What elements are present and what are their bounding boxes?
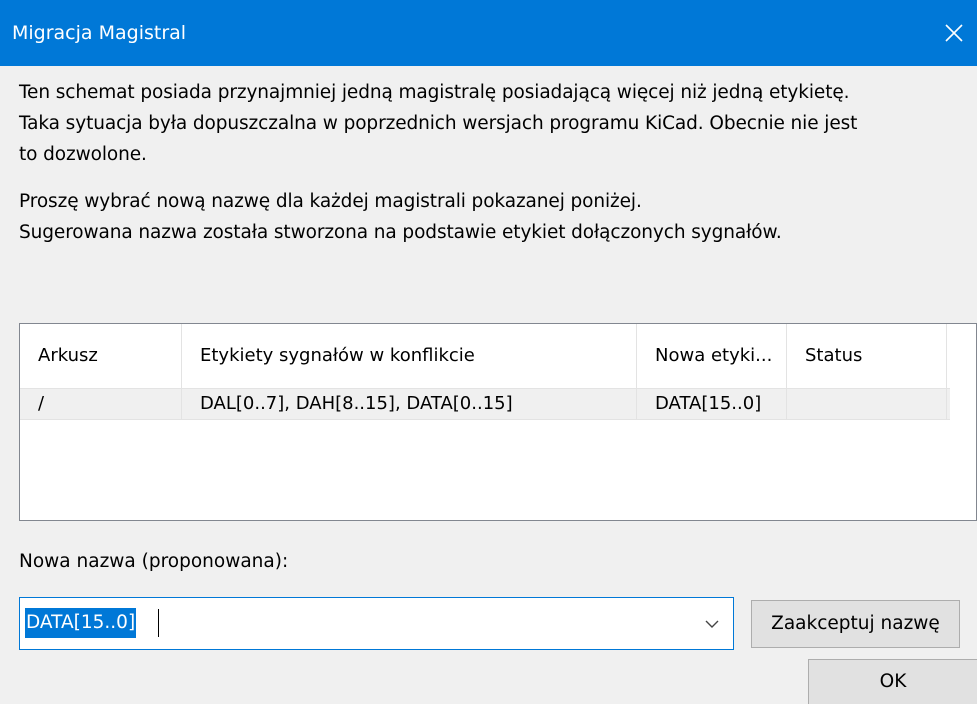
ok-button[interactable]: OK	[808, 659, 977, 704]
title-bar: Migracja Magistral	[0, 0, 977, 66]
message-line-3: to dozwolone.	[19, 144, 147, 165]
cell-sheet[interactable]: /	[20, 388, 182, 420]
new-name-combobox[interactable]: DATA[15..0]	[19, 597, 734, 650]
new-name-label: Nowa nazwa (proponowana):	[19, 551, 289, 572]
cell-new-label[interactable]: DATA[15..0]	[637, 388, 787, 420]
accept-name-button[interactable]: Zaakceptuj nazwę	[751, 600, 960, 648]
column-header-sheet[interactable]: Arkusz	[20, 324, 182, 388]
column-header-new-label[interactable]: Nowa etyki...	[637, 324, 787, 388]
message-line-4: Proszę wybrać nową nazwę dla każdej magi…	[19, 191, 642, 212]
message-line-1: Ten schemat posiada przynajmniej jedną m…	[19, 82, 850, 103]
window-title: Migracja Magistral	[12, 22, 187, 44]
conflict-table[interactable]: Arkusz Etykiety sygnałów w konflikcie No…	[19, 323, 977, 521]
message-line-2: Taka sytuacja była dopuszczalna w poprze…	[19, 113, 858, 134]
column-header-status[interactable]: Status	[787, 324, 947, 388]
chevron-down-icon[interactable]	[699, 611, 725, 637]
cell-status[interactable]	[787, 388, 947, 420]
cell-conflicting-labels[interactable]: DAL[0..7], DAH[8..15], DATA[0..15]	[182, 388, 637, 420]
message-line-5: Sugerowana nazwa została stworzona na po…	[19, 222, 782, 243]
column-header-conflicting-labels[interactable]: Etykiety sygnałów w konflikcie	[182, 324, 637, 388]
text-caret	[158, 609, 159, 637]
close-icon[interactable]	[930, 10, 977, 56]
new-name-input-value[interactable]: DATA[15..0]	[25, 608, 137, 638]
